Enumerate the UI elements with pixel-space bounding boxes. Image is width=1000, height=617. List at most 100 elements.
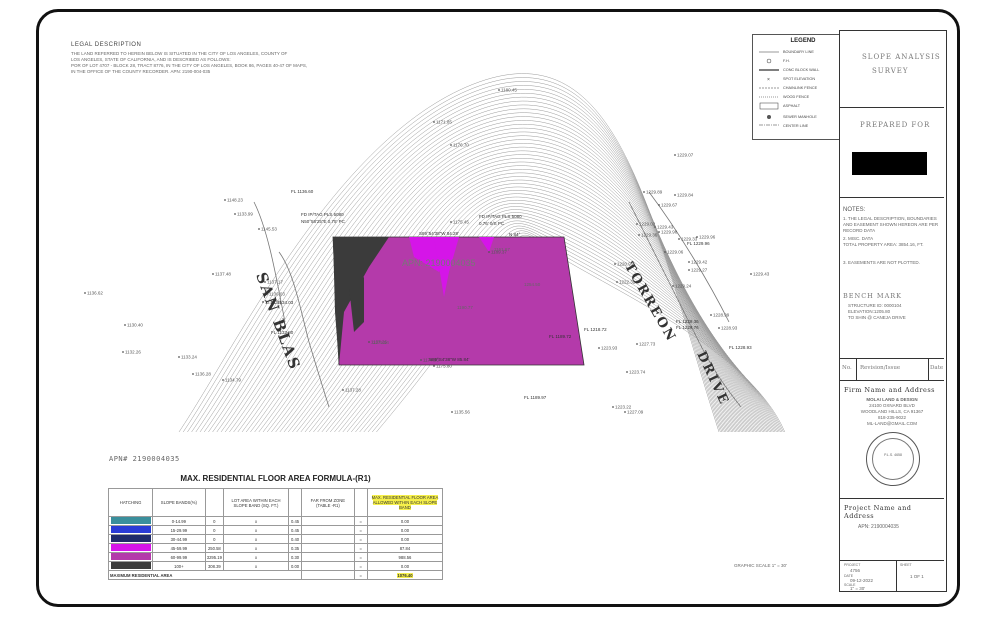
spot-marker: [664, 251, 666, 253]
spot-elevation-label: 1229.42: [691, 260, 708, 265]
sheet-title-line1: SLOPE ANALYSIS: [862, 53, 941, 61]
spot-marker: [612, 406, 614, 408]
spot-marker: [178, 356, 180, 358]
revision-date: Date: [930, 365, 944, 371]
found-monument-right: FD IP/TAG PLS 5080: [479, 214, 522, 219]
notes-text: 1. THE LEGAL DESCRIPTION, BOUNDARIES AND…: [843, 216, 939, 265]
spot-elevation-label: 1228.93: [721, 326, 738, 331]
scale-label: GRAPHIC SCALE 1" = 30': [734, 563, 787, 568]
title-block: SLOPE ANALYSIS SURVEY PREPARED FOR NOTES…: [839, 30, 947, 592]
spot-marker: [84, 292, 86, 294]
hatching-swatch: [110, 526, 151, 533]
hatching-swatch: [110, 544, 151, 551]
far-cell: 0.00: [366, 516, 444, 526]
spot-marker: [750, 273, 752, 275]
far-cell: 0.45: [287, 516, 303, 526]
revision-section: No. Revision/Issue Date: [840, 358, 944, 381]
spot-marker: [488, 251, 490, 253]
far-cell: =: [353, 516, 368, 526]
far-cell: 15-29.99: [152, 525, 206, 535]
spot-marker: [674, 154, 676, 156]
legend-title: LEGEND: [790, 38, 816, 44]
far-cell: 308.39: [204, 561, 225, 571]
spot-marker: [688, 269, 690, 271]
spot-marker: [616, 281, 618, 283]
revision-no: No.: [842, 365, 852, 371]
far-cell: 0.00: [287, 561, 303, 571]
far-cell: 60-99.99: [152, 552, 206, 562]
far-cell: 100+: [152, 561, 206, 571]
far-cell: x: [223, 516, 289, 526]
far-cell: 0.00: [366, 534, 444, 544]
revision-label: Revision/Issue: [860, 365, 901, 371]
far-cell: x: [223, 525, 289, 535]
fl-label: FL 1134.03: [271, 300, 294, 305]
spot-marker: [222, 379, 224, 381]
far-total-row: MAXIMUM RESIDENTIAL AREA = 1076.40: [107, 570, 444, 580]
fl-label: FL 1189.72: [549, 334, 572, 339]
spot-elevation-label: 1229.02: [639, 222, 656, 227]
spot-elevation-label: 1133.99: [237, 212, 253, 217]
spot-elevation-label: 1180.45: [501, 88, 517, 93]
interior-elevation: 1254.50: [524, 282, 541, 287]
fl-label: FL 1133.80: [271, 330, 294, 335]
spot-elevation-label: 1228.99: [713, 313, 730, 318]
spot-marker: [498, 89, 500, 91]
notes-section: NOTES: 1. THE LEGAL DESCRIPTION, BOUNDAR…: [840, 197, 944, 359]
far-row: 0-14.99 0 x 0.45 = 0.00: [107, 516, 444, 526]
far-row: 15-29.99 0 x 0.45 = 0.00: [107, 525, 444, 535]
hatching-swatch: [110, 517, 151, 524]
spot-marker: [718, 327, 720, 329]
spot-elevation-label: 1130.40: [127, 323, 143, 328]
legend-item: CHAINLINK FENCE: [783, 86, 818, 90]
project-title: Project Name and Address: [844, 504, 912, 520]
drawing-sheet: LEGAL DESCRIPTION THE LAND REFERRED TO H…: [36, 9, 960, 607]
spot-marker: [638, 234, 640, 236]
far-row: 60-99.99 3295.19 x 0.30 = 988.56: [107, 552, 444, 562]
far-table-title: MAX. RESIDENTIAL FLOOR AREA FORMULA-(R1): [180, 474, 371, 483]
firm-section: Firm Name and Address MOLAI LAND & DESIG…: [840, 380, 944, 499]
far-row: 30-44.99 0 x 0.40 = 0.00: [107, 534, 444, 544]
far-cell: 0.45: [287, 525, 303, 535]
spot-marker: [450, 144, 452, 146]
bench-mark-title: BENCH MARK: [843, 292, 903, 300]
spot-elevation-label: 1229.67: [661, 203, 678, 208]
far-rows: 0-14.99 0 x 0.45 = 0.00 15-29.99 0 x 0.45 = 0.00 30-…: [107, 516, 444, 571]
spot-elevation-label: 1229.43: [753, 272, 770, 277]
spot-marker: [433, 121, 435, 123]
far-header-row: HATCHING SLOPE BANDS(%) LOT AREA WITHIN …: [107, 488, 444, 517]
far-cell: 0: [204, 534, 225, 544]
apn-label: APN# 2190004035: [109, 455, 180, 463]
interior-elevation: 1175.24: [373, 340, 389, 345]
spot-elevation-label: 1175.45: [453, 220, 469, 225]
fl-label: FL 1189.97: [524, 395, 547, 400]
far-cell: x: [223, 543, 289, 553]
far-cell: =: [353, 561, 368, 571]
spot-elevation-label: 1223.93: [601, 346, 618, 351]
spot-marker: [433, 365, 435, 367]
far-cell: x: [223, 534, 289, 544]
firm-info: MOLAI LAND & DESIGN 24100 OXNARD BLVD WO…: [860, 397, 924, 426]
spot-elevation-label: 1175.80: [436, 364, 452, 369]
bench-mark-text: STRUCTURE ID: 0000104 ELEVATION:1205.80 …: [848, 303, 906, 320]
interior-elevation: 1161.67: [494, 247, 510, 252]
spot-marker: [672, 285, 674, 287]
far-cell: =: [353, 552, 368, 562]
spot-elevation-label: 1229.96: [699, 235, 716, 240]
far-row: 100+ 308.39 x 0.00 = 0.00: [107, 561, 444, 571]
spot-marker: [658, 231, 660, 233]
spot-elevation-label: 1145.53: [261, 227, 277, 232]
fl-label: FL 1228.93: [729, 345, 752, 350]
notes-title: NOTES:: [843, 207, 866, 213]
far-cell: 0.00: [366, 525, 444, 535]
far-cell: 250.58: [204, 543, 225, 553]
spot-elevation-label: 1135.56: [454, 410, 470, 415]
far-cell: 0: [204, 525, 225, 535]
spot-marker: [368, 341, 370, 343]
spot-elevation-label: 1137.48: [215, 272, 231, 277]
interior-elevation: N 84°: [509, 232, 521, 237]
found-monument-left: FD IP/TAG PLS 5080: [301, 212, 344, 217]
spot-elevation-label: 1229.07: [677, 153, 694, 158]
spot-marker: [212, 273, 214, 275]
bearing-bottom: S89°S4'38"W 85.84': [429, 357, 470, 362]
